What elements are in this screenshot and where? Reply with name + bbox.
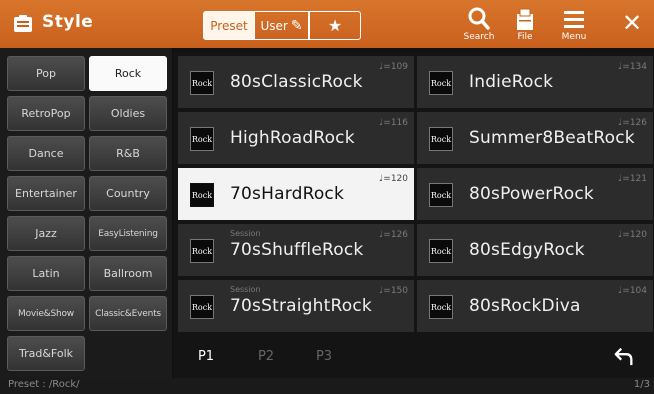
search-button[interactable]: Search [457,6,501,46]
style-name: 80sEdgyRock [469,240,585,260]
style-tempo: ♩=134 [618,62,647,72]
menu-label: Menu [561,32,587,42]
style-item[interactable]: Rock ♩=120 80sEdgyRock [417,224,653,276]
current-path: Preset : /Rock/ [8,379,80,390]
page-tab-p3[interactable]: P3 [298,338,350,374]
category-dance[interactable]: Dance [7,136,85,171]
category-pop[interactable]: Pop [7,56,85,91]
style-tempo: ♩=120 [379,174,408,184]
category-jazz[interactable]: Jazz [7,216,85,251]
tab-user[interactable]: User ✎ [255,11,309,40]
style-name: 80sPowerRock [469,184,594,204]
style-name: Summer8BeatRock [469,128,635,148]
style-tempo: ♩=126 [379,230,408,240]
style-sublabel: Session [230,285,261,294]
rock-style-icon: Rock [429,295,453,319]
category-country[interactable]: Country [89,176,167,211]
menu-button[interactable]: Menu [552,6,596,46]
style-item[interactable]: Rock Session ♩=150 70sStraightRock [178,280,414,332]
style-tempo: ♩=126 [618,118,647,128]
file-label: File [517,32,533,42]
style-name: 70sHardRock [230,184,345,204]
style-name: 70sShuffleRock [230,240,364,260]
back-arrow-icon [614,347,633,366]
back-button[interactable] [606,340,642,372]
style-item[interactable]: Rock Session ♩=126 70sShuffleRock [178,224,414,276]
style-tempo: ♩=104 [618,286,647,296]
category-ballroom[interactable]: Ballroom [89,256,167,291]
style-item[interactable]: Rock ♩=104 80sRockDiva [417,280,653,332]
search-icon [468,7,490,30]
category-latin[interactable]: Latin [7,256,85,291]
category-easylistening[interactable]: EasyListening [89,216,167,251]
header-bar: Style Preset User ✎ ★ Search File Menu ✕ [0,0,654,48]
category-entertainer[interactable]: Entertainer [7,176,85,211]
tab-favorite[interactable]: ★ [309,11,361,40]
style-tempo: ♩=116 [379,118,408,128]
style-item[interactable]: Rock ♩=109 80sClassicRock [178,56,414,108]
tab-preset-label: Preset [210,18,248,33]
rock-style-icon: Rock [429,71,453,95]
style-name: 80sRockDiva [469,296,581,316]
rock-style-icon: Rock [190,71,214,95]
app-title: Style [42,12,94,32]
close-button[interactable]: ✕ [612,4,652,44]
status-bar: Preset : /Rock/ 1/3 [0,378,654,394]
rock-style-icon: Rock [429,183,453,207]
category-rnb[interactable]: R&B [89,136,167,171]
style-name: 80sClassicRock [230,72,363,92]
page-tab-p2[interactable]: P2 [240,338,292,374]
style-item[interactable]: Rock ♩=126 Summer8BeatRock [417,112,653,164]
style-tempo: ♩=150 [379,286,408,296]
style-item[interactable]: Rock ♩=116 HighRoadRock [178,112,414,164]
category-classicevents[interactable]: Classic&Events [89,296,167,331]
category-tradfolk[interactable]: Trad&Folk [7,336,85,371]
style-item-selected[interactable]: Rock ♩=120 70sHardRock [178,168,414,220]
rock-style-icon: Rock [190,183,214,207]
style-name: 70sStraightRock [230,296,372,316]
category-oldies[interactable]: Oldies [89,96,167,131]
file-icon [517,8,533,30]
style-tempo: ♩=120 [618,230,647,240]
rock-style-icon: Rock [190,239,214,263]
close-icon: ✕ [621,9,643,37]
style-name: HighRoadRock [230,128,355,148]
style-list: Rock ♩=109 80sClassicRock Rock ♩=134 Ind… [174,52,654,378]
tab-user-label: User [260,18,288,33]
rock-style-icon: Rock [429,239,453,263]
page-tab-p1[interactable]: P1 [180,338,232,374]
pencil-icon: ✎ [290,17,303,34]
category-panel: Pop Rock RetroPop Oldies Dance R&B Enter… [0,48,172,378]
style-item[interactable]: Rock ♩=134 IndieRock [417,56,653,108]
style-icon [14,15,32,32]
file-button[interactable]: File [503,6,547,46]
style-screen: Style Preset User ✎ ★ Search File Menu ✕… [0,0,654,394]
rock-style-icon: Rock [190,295,214,319]
star-icon: ★ [327,16,343,35]
style-item[interactable]: Rock ♩=121 80sPowerRock [417,168,653,220]
category-rock[interactable]: Rock [89,56,167,91]
menu-icon [564,11,584,28]
rock-style-icon: Rock [429,127,453,151]
page-indicator: 1/3 [633,379,650,390]
style-tempo: ♩=109 [379,62,408,72]
rock-style-icon: Rock [190,127,214,151]
style-name: IndieRock [469,72,554,92]
style-tempo: ♩=121 [618,174,647,184]
search-label: Search [463,32,495,42]
category-movieshow[interactable]: Movie&Show [7,296,85,331]
category-retropop[interactable]: RetroPop [7,96,85,131]
style-sublabel: Session [230,229,261,238]
tab-preset[interactable]: Preset [203,11,255,40]
